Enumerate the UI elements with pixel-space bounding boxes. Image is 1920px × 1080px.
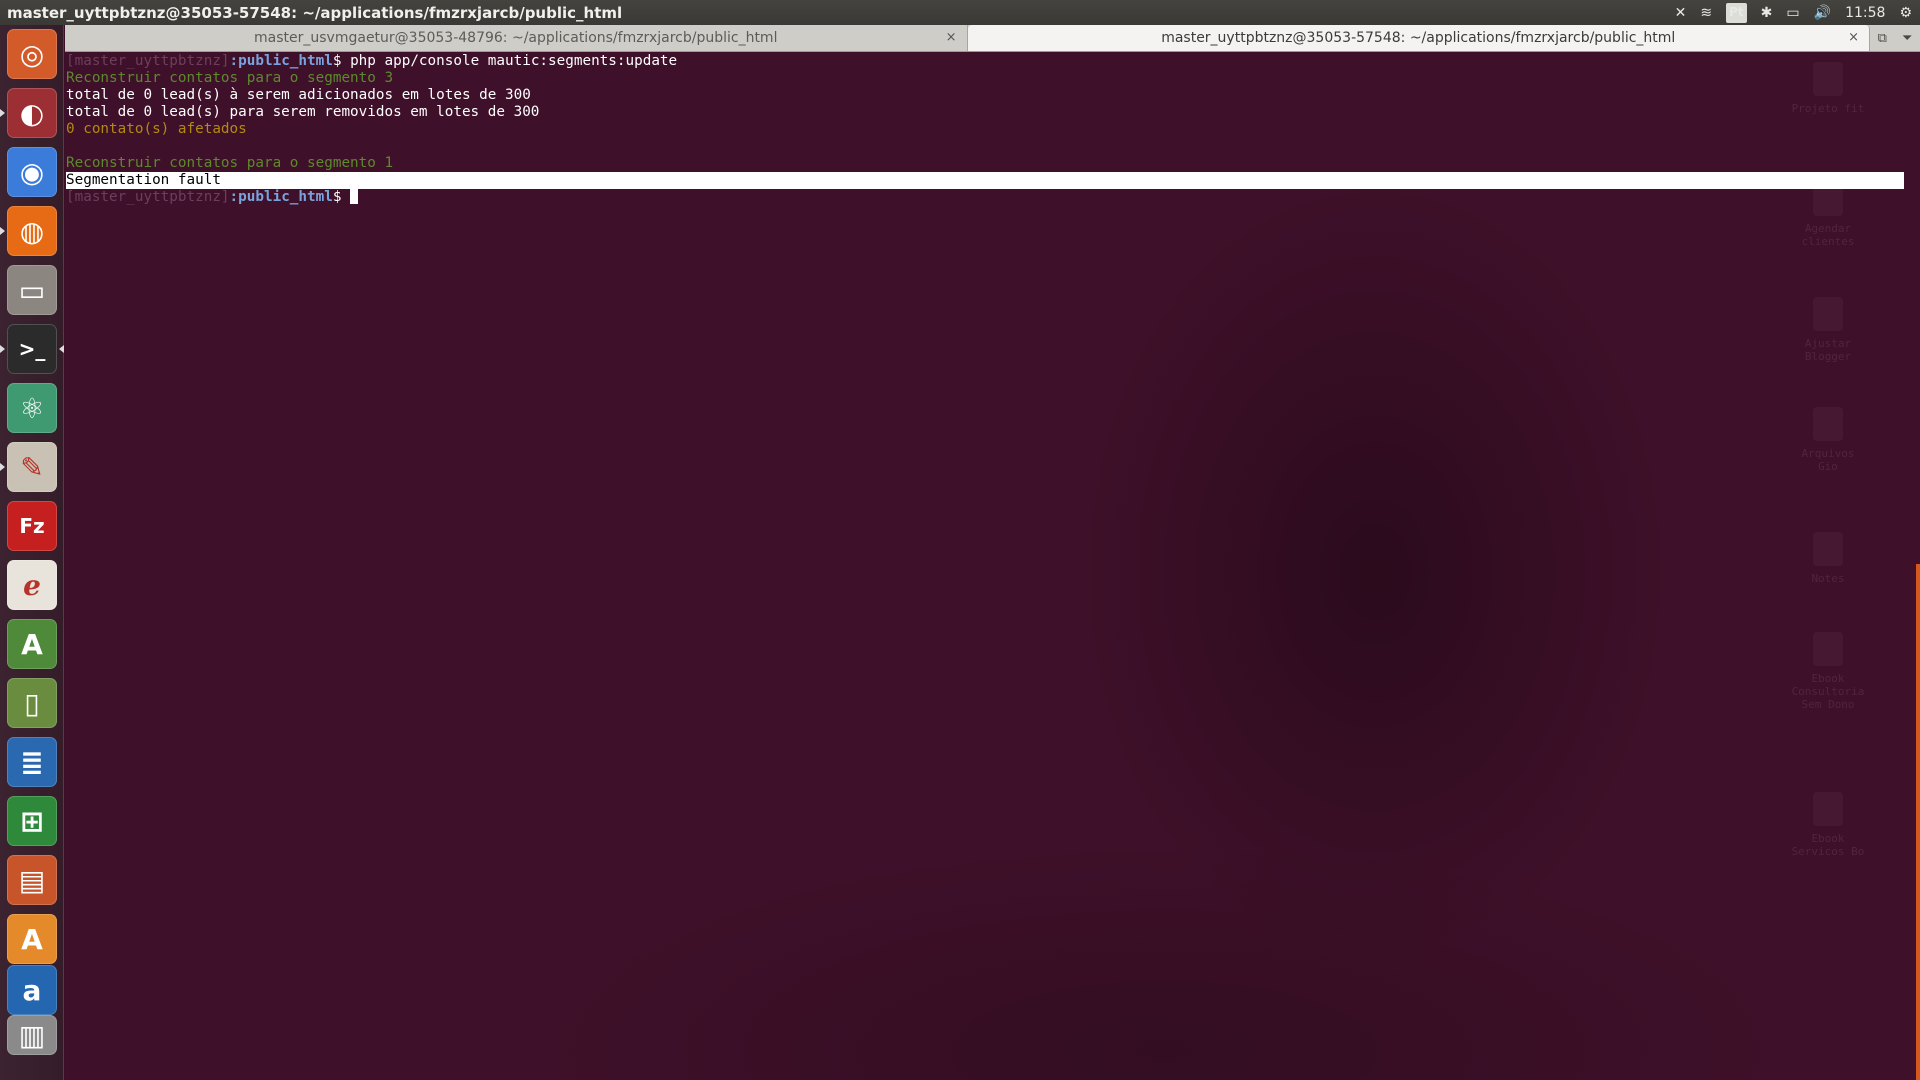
evince-icon[interactable]: ℯ <box>7 560 57 610</box>
desktop-icon-label: Ebook Servicos Bo <box>1791 832 1865 858</box>
terminal-line: total de 0 lead(s) para serem removidos … <box>66 104 540 120</box>
trash-glyph: ▥ <box>18 1018 46 1052</box>
libreoffice-impress-icon[interactable]: ▤ <box>7 855 57 905</box>
top-panel: master_uyttpbtznz@35053-57548: ~/applica… <box>0 0 1920 25</box>
terminal-icon[interactable]: >_ <box>7 324 57 374</box>
android-studio-glyph: A <box>21 627 43 661</box>
wifi-icon[interactable]: ≋ <box>1700 3 1712 23</box>
running-indicator <box>0 463 5 471</box>
prompt-symbol: $ <box>332 53 351 69</box>
text-editor-glyph: ✎ <box>20 450 44 484</box>
prompt-dir: :public_html <box>229 189 333 205</box>
new-tab-icon[interactable]: ⧉ <box>1878 31 1887 46</box>
atom-icon[interactable]: ⚛ <box>7 383 57 433</box>
bluetooth-icon[interactable]: ✱ <box>1761 3 1773 23</box>
filezilla-glyph: Fz <box>19 514 45 538</box>
terminal-line: Reconstruir contatos para o segmento 1 <box>66 155 394 171</box>
scrollbar-thumb[interactable] <box>1916 564 1920 1080</box>
filezilla-icon[interactable]: Fz <box>7 501 57 551</box>
chrome-glyph: ◉ <box>19 155 45 189</box>
tab-label: master_uyttpbtznz@35053-57548: ~/applica… <box>1161 30 1676 46</box>
prompt-dir: :public_html <box>229 53 333 69</box>
terminal-line: 0 contato(s) afetados <box>66 121 247 137</box>
libreoffice-writer-glyph: ≣ <box>20 745 44 779</box>
terminal-line-command: [master_uyttpbtznz]:public_html$ php app… <box>66 53 1904 70</box>
desktop-icon <box>1813 792 1843 826</box>
disk-utility-glyph: ◐ <box>19 96 45 130</box>
command-text: php app/console mautic:segments:update <box>350 53 678 69</box>
indicator-area: ✕ ≋ Pt ✱ ▭ 🔊 11:58 ⚙ <box>1675 2 1920 23</box>
focused-indicator <box>59 345 64 353</box>
desktop-icon-label: Notes <box>1811 572 1845 585</box>
tab-label: master_usvmgaetur@35053-48796: ~/applica… <box>254 30 778 46</box>
desktop-icon-label: Arquivos Gio <box>1801 447 1855 473</box>
window-title: master_uyttpbtznz@35053-57548: ~/applica… <box>7 3 623 22</box>
libreoffice-impress-glyph: ▤ <box>18 863 46 897</box>
terminal-lines: [master_uyttpbtznz]:public_html$ php app… <box>66 53 1904 206</box>
evince-glyph: ℯ <box>23 568 41 602</box>
libreoffice-calc-glyph: ⊞ <box>20 804 44 838</box>
libreoffice-writer-icon[interactable]: ≣ <box>7 737 57 787</box>
battery-icon[interactable]: ▭ <box>1786 3 1799 23</box>
software-center-glyph: A <box>21 922 43 956</box>
launcher: ◎ ◐ ◉ ◍ ▭ >_ ⚛ ✎ Fz ℯ A ▯ ≣ ⊞ ▤ Aa ▥ <box>0 25 64 1080</box>
dropbox-icon[interactable]: ✕ <box>1675 3 1687 23</box>
prompt-user: [master_uyttpbtznz] <box>66 53 230 69</box>
running-indicator <box>0 345 5 353</box>
running-indicator <box>0 109 5 117</box>
terminal-line: total de 0 lead(s) à serem adicionados e… <box>66 87 531 103</box>
terminal-tab-bar: master_usvmgaetur@35053-48796: ~/applica… <box>65 25 1920 52</box>
terminal-line-error: Segmentation fault <box>66 172 1904 189</box>
text-cursor <box>350 189 359 204</box>
firefox-glyph: ◍ <box>19 214 45 248</box>
tab-close-icon[interactable]: × <box>1848 30 1859 45</box>
ubuntu-dash-icon[interactable]: ◎ <box>7 29 57 79</box>
trash-icon[interactable]: ▥ <box>7 1015 57 1055</box>
atom-glyph: ⚛ <box>19 391 45 425</box>
terminal-scrollbar[interactable] <box>1916 52 1920 1080</box>
desktop-icon <box>1813 297 1843 331</box>
settings-gear-icon[interactable]: ⚙ <box>1899 3 1912 23</box>
terminal-line: Reconstruir contatos para o segmento 3 <box>66 70 394 86</box>
tab-terminal-1[interactable]: master_usvmgaetur@35053-48796: ~/applica… <box>65 25 968 51</box>
terminal-output[interactable]: Projeto fit Agendar clientes Ajustar Blogg… <box>65 52 1920 1080</box>
amazon-glyph: a <box>22 973 42 1007</box>
tablet-glyph: ▯ <box>24 686 40 720</box>
clock[interactable]: 11:58 <box>1845 3 1885 23</box>
amazon-icon[interactable]: a <box>7 965 57 1015</box>
tab-terminal-2[interactable]: master_uyttpbtznz@35053-57548: ~/applica… <box>967 25 1870 51</box>
desktop-icon <box>1813 532 1843 566</box>
tablet-icon[interactable]: ▯ <box>7 678 57 728</box>
files-icon[interactable]: ▭ <box>7 265 57 315</box>
android-studio-icon[interactable]: A <box>7 619 57 669</box>
prompt-symbol: $ <box>332 189 351 205</box>
tab-menu: ⧉ ⏷ <box>1870 25 1920 51</box>
tab-close-icon[interactable]: × <box>946 30 957 45</box>
files-glyph: ▭ <box>18 273 46 307</box>
firefox-icon[interactable]: ◍ <box>7 206 57 256</box>
desktop-icon <box>1813 632 1843 666</box>
terminal-glyph: >_ <box>18 337 46 361</box>
chevron-down-icon[interactable]: ⏷ <box>1902 31 1912 46</box>
prompt-user: [master_uyttpbtznz] <box>66 189 230 205</box>
text-editor-icon[interactable]: ✎ <box>7 442 57 492</box>
chrome-icon[interactable]: ◉ <box>7 147 57 197</box>
libreoffice-calc-icon[interactable]: ⊞ <box>7 796 57 846</box>
disk-utility-icon[interactable]: ◐ <box>7 88 57 138</box>
keyboard-layout-indicator[interactable]: Pt <box>1726 2 1747 23</box>
running-indicator <box>0 227 5 235</box>
desktop-icon-label: Ajustar Blogger <box>1804 337 1852 363</box>
ubuntu-dash-glyph: ◎ <box>19 37 45 71</box>
volume-icon[interactable]: 🔊 <box>1814 3 1831 23</box>
desktop-icon <box>1813 407 1843 441</box>
software-center-icon[interactable]: A <box>7 914 57 964</box>
desktop-icon-label: Agendar clientes <box>1801 222 1855 248</box>
terminal-line-prompt: [master_uyttpbtznz]:public_html$ <box>66 189 1904 206</box>
desktop-icon-label: Ebook Consultoria Sem Dono <box>1791 672 1865 711</box>
